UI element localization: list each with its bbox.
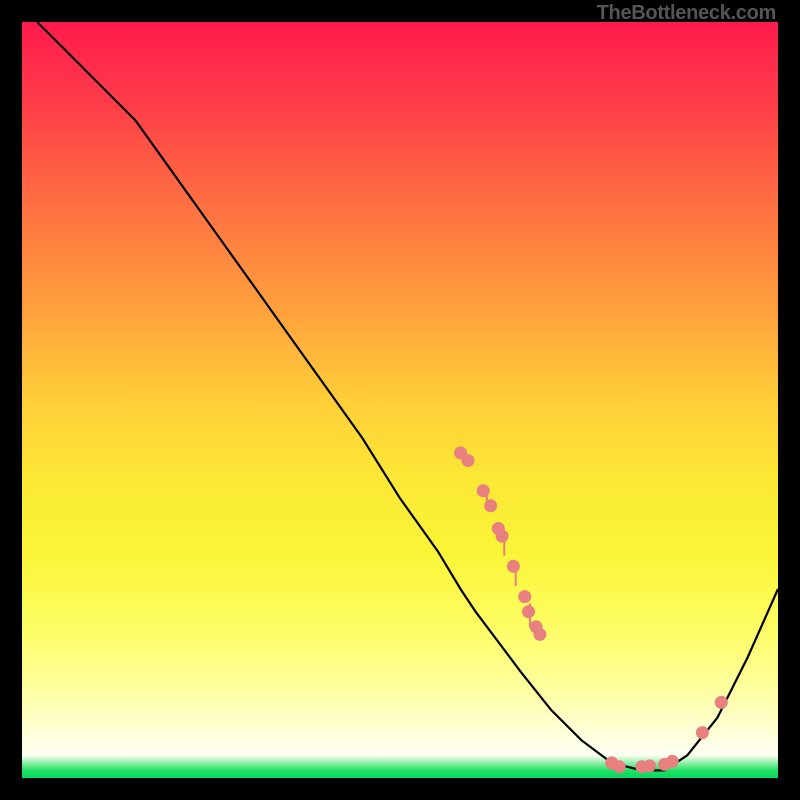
data-marker — [496, 530, 509, 543]
data-marker — [533, 628, 546, 641]
data-marker — [666, 755, 679, 768]
data-marker — [613, 760, 626, 773]
plot-area — [22, 22, 778, 778]
data-marker — [518, 590, 531, 603]
bottleneck-curve — [37, 22, 778, 770]
data-marker — [484, 499, 497, 512]
data-markers — [454, 446, 728, 773]
data-marker — [643, 759, 656, 772]
data-marker — [507, 560, 520, 573]
data-marker — [462, 454, 475, 467]
data-marker — [477, 484, 490, 497]
data-marker — [522, 605, 535, 618]
attribution-text: TheBottleneck.com — [597, 2, 776, 25]
data-marker — [715, 696, 728, 709]
data-marker — [696, 726, 709, 739]
chart-svg — [22, 22, 778, 778]
